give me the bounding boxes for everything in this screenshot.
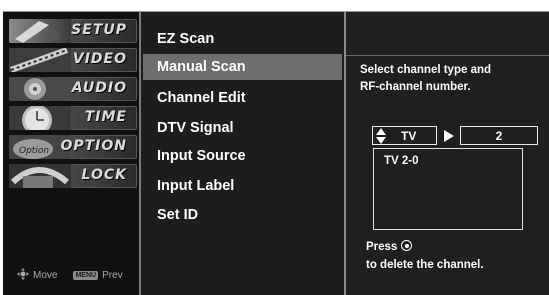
instruction-text: Select channel type and RF-channel numbe… bbox=[360, 62, 545, 96]
menu-button-chip: MENU bbox=[73, 271, 99, 280]
move-label: Move bbox=[33, 270, 58, 281]
tab-audio-label: AUDIO bbox=[71, 80, 127, 96]
menu-item-input-label[interactable]: Input Label bbox=[143, 173, 342, 199]
setup-icon bbox=[9, 19, 71, 43]
tab-time-label: TIME bbox=[84, 109, 127, 125]
instruction-line-2: RF-channel number. bbox=[360, 81, 471, 93]
tab-lock[interactable]: LOCK bbox=[9, 164, 137, 188]
press-label: Press bbox=[366, 241, 398, 253]
rf-channel-input[interactable]: 2 bbox=[460, 126, 538, 145]
rf-channel-value: 2 bbox=[495, 129, 503, 143]
up-down-arrows-icon bbox=[376, 128, 386, 144]
menu-item-set-id[interactable]: Set ID bbox=[143, 202, 342, 228]
menu-item-manual-scan[interactable]: Manual Scan bbox=[143, 54, 342, 80]
prev-label: Prev bbox=[102, 270, 123, 281]
delete-hint: Press to delete the channel. bbox=[366, 238, 484, 274]
manual-scan-panel: Select channel type and RF-channel numbe… bbox=[346, 12, 549, 295]
found-channel-list[interactable]: TV 2-0 bbox=[373, 148, 523, 230]
list-item[interactable]: TV 2-0 bbox=[384, 155, 419, 167]
right-arrow-icon bbox=[444, 129, 454, 142]
channel-selector-row: TV 2 bbox=[372, 125, 538, 146]
menu-item-dtv-signal[interactable]: DTV Signal bbox=[143, 115, 342, 141]
tab-setup[interactable]: SETUP bbox=[9, 19, 137, 43]
menu-item-channel-edit[interactable]: Channel Edit bbox=[143, 85, 342, 111]
svg-text:Option: Option bbox=[19, 146, 49, 156]
rail-footer: Move MENU Prev bbox=[17, 268, 123, 283]
video-icon bbox=[9, 48, 71, 72]
ok-button-icon bbox=[401, 240, 413, 251]
channel-type-select[interactable]: TV bbox=[372, 126, 437, 145]
lock-icon bbox=[9, 164, 71, 188]
tab-video[interactable]: VIDEO bbox=[9, 48, 137, 72]
tab-lock-label: LOCK bbox=[81, 167, 127, 183]
tab-option[interactable]: Option OPTION bbox=[9, 135, 137, 159]
menu-item-input-source[interactable]: Input Source bbox=[143, 143, 342, 169]
panel-header-area bbox=[346, 12, 549, 56]
category-rail: SETUP VIDEO AUDIO TIME Option OPTION LOC… bbox=[3, 12, 141, 295]
menu-item-ez-scan[interactable]: EZ Scan bbox=[143, 26, 342, 52]
press-action-text: to delete the channel. bbox=[366, 259, 484, 271]
instruction-line-1: Select channel type and bbox=[360, 64, 492, 76]
tab-audio[interactable]: AUDIO bbox=[9, 77, 137, 101]
move-icon bbox=[17, 268, 29, 283]
tab-video-label: VIDEO bbox=[72, 51, 127, 67]
tab-option-label: OPTION bbox=[60, 138, 127, 154]
channel-type-value: TV bbox=[401, 129, 417, 143]
tab-setup-label: SETUP bbox=[71, 22, 127, 38]
tab-time[interactable]: TIME bbox=[9, 106, 137, 130]
time-icon bbox=[9, 106, 71, 130]
audio-icon bbox=[9, 77, 71, 101]
tv-osd-screen: SETUP VIDEO AUDIO TIME Option OPTION LOC… bbox=[0, 0, 549, 295]
setup-menu: EZ Scan Manual Scan Channel Edit DTV Sig… bbox=[141, 12, 346, 295]
